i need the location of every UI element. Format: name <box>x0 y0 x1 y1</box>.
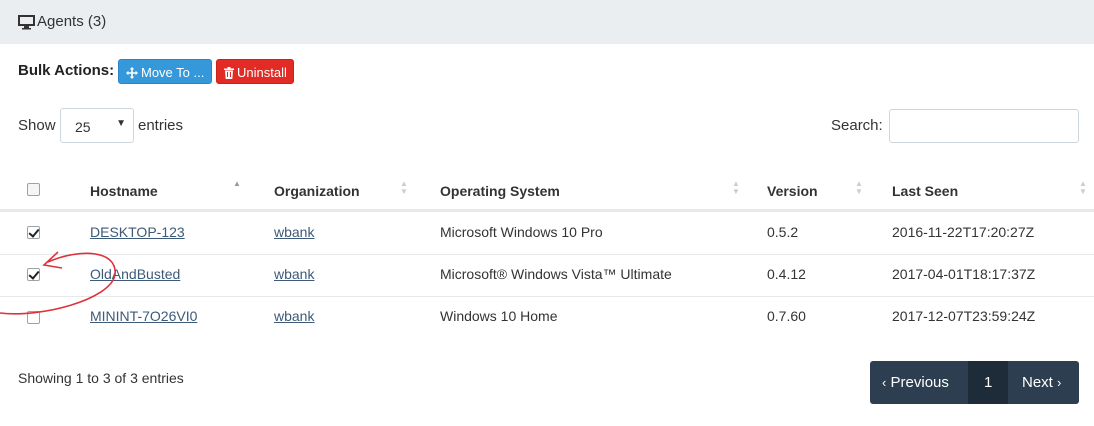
sort-icon: ▲ ▼ <box>400 179 408 196</box>
version: 0.4.12 <box>767 266 806 282</box>
operating-system: Windows 10 Home <box>440 308 558 324</box>
row-checkbox[interactable] <box>27 311 40 324</box>
trash-icon <box>224 67 234 79</box>
last-seen: 2017-04-01T18:17:37Z <box>892 266 1036 282</box>
desktop-monitor-icon <box>18 15 35 30</box>
search-label: Search: <box>831 117 883 134</box>
operating-system: Microsoft® Windows Vista™ Ultimate <box>440 266 672 282</box>
version: 0.5.2 <box>767 224 799 240</box>
column-header-version[interactable]: Version <box>767 183 818 199</box>
panel-heading: Agents (3) <box>0 0 1094 44</box>
move-to-label: Move To ... <box>141 65 205 80</box>
organization-link[interactable]: wbank <box>274 224 314 240</box>
organization-link[interactable]: wbank <box>274 308 314 324</box>
search-input[interactable] <box>889 109 1079 143</box>
row-divider <box>0 296 1094 297</box>
operating-system: Microsoft Windows 10 Pro <box>440 224 603 240</box>
caret-down-icon: ▼ <box>116 118 126 129</box>
hostname-link[interactable]: MININT-7O26VI0 <box>90 308 197 324</box>
row-divider <box>0 254 1094 255</box>
previous-button[interactable]: ‹ Previous <box>870 361 968 404</box>
select-all-checkbox[interactable] <box>27 183 40 196</box>
hostname-link[interactable]: OldAndBusted <box>90 266 180 282</box>
column-header-organization[interactable]: Organization <box>274 183 360 199</box>
page-number: 1 <box>984 374 993 391</box>
entries-per-page-value: 25 <box>75 119 91 135</box>
column-header-operating-system[interactable]: Operating System <box>440 183 560 199</box>
bulk-actions-label: Bulk Actions: <box>18 62 115 79</box>
chevron-right-icon: › <box>1057 375 1062 390</box>
show-label: Show <box>18 117 56 134</box>
sort-icon: ▲ ▼ <box>732 179 740 196</box>
next-button[interactable]: Next › <box>1008 361 1079 404</box>
previous-label: Previous <box>890 374 949 391</box>
last-seen: 2016-11-22T17:20:27Z <box>892 224 1035 240</box>
version: 0.7.60 <box>767 308 806 324</box>
uninstall-label: Uninstall <box>237 65 287 80</box>
column-header-hostname[interactable]: Hostname <box>90 183 158 199</box>
row-checkbox[interactable] <box>27 226 40 239</box>
last-seen: 2017-12-07T23:59:24Z <box>892 308 1036 324</box>
pagination: ‹ Previous 1 Next › <box>870 361 1079 404</box>
sort-icon: ▲ ▼ <box>1079 179 1087 196</box>
move-to-button[interactable]: Move To ... <box>118 59 212 84</box>
table-info: Showing 1 to 3 of 3 entries <box>18 370 184 386</box>
table-header-divider <box>0 209 1094 212</box>
row-checkbox[interactable] <box>27 268 40 281</box>
sort-icon: ▲ ▼ <box>855 179 863 196</box>
chevron-left-icon: ‹ <box>882 375 887 390</box>
entries-per-page-select[interactable]: 25 ▼ <box>60 108 134 143</box>
next-label: Next <box>1022 374 1053 391</box>
page-button-1[interactable]: 1 <box>968 361 1008 404</box>
entries-label: entries <box>138 117 184 134</box>
uninstall-button[interactable]: Uninstall <box>216 59 294 84</box>
column-header-last-seen[interactable]: Last Seen <box>892 183 958 199</box>
panel-title: Agents (3) <box>37 13 107 30</box>
arrows-move-icon <box>126 67 138 79</box>
sort-asc-icon: ▲ <box>233 179 241 188</box>
organization-link[interactable]: wbank <box>274 266 314 282</box>
hostname-link[interactable]: DESKTOP-123 <box>90 224 185 240</box>
